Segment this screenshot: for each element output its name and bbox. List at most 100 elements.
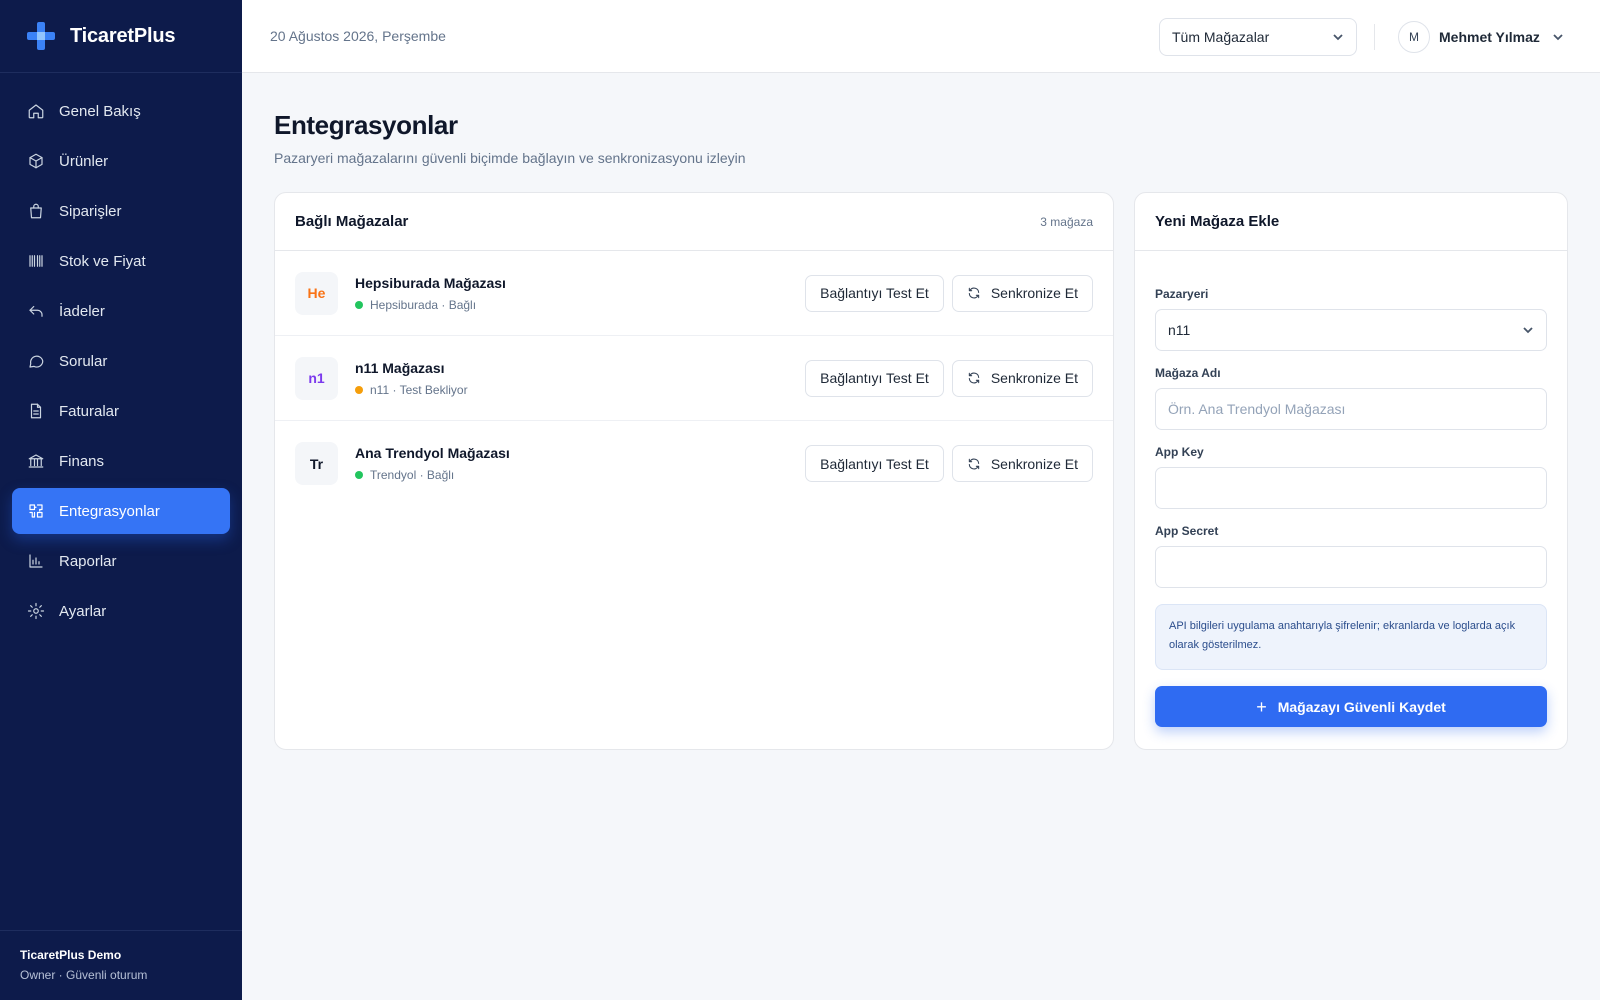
connected-stores-card: Bağlı Mağazalar 3 mağaza He Hepsiburada … — [274, 192, 1114, 750]
user-menu[interactable]: M Mehmet Yılmaz — [1398, 21, 1564, 53]
sidebar-item-stock[interactable]: Stok ve Fiyat — [12, 238, 230, 284]
chevron-down-icon — [1333, 34, 1343, 41]
sidebar-item-label: Stok ve Fiyat — [59, 252, 146, 270]
store-name-input[interactable]: Örn. Ana Trendyol Mağazası — [1155, 388, 1547, 430]
sidebar-item-invoices[interactable]: Faturalar — [12, 388, 230, 434]
sidebar-item-label: Genel Bakış — [59, 102, 141, 120]
store-info: n11 Mağazası n11 · Test Bekliyor — [355, 360, 797, 397]
store-status: Hepsiburada · Bağlı — [355, 298, 797, 312]
document-icon — [30, 403, 42, 419]
sidebar-item-questions[interactable]: Sorular — [12, 338, 230, 384]
sidebar-item-label: Ayarlar — [59, 602, 107, 620]
chevron-down-icon — [1523, 327, 1533, 334]
sidebar-item-label: Siparişler — [59, 202, 122, 220]
sidebar-item-returns[interactable]: İadeler — [12, 288, 230, 334]
button-label: Senkronize Et — [990, 455, 1078, 472]
store-name: Ana Trendyol Mağazası — [355, 445, 510, 461]
refresh-icon — [968, 287, 980, 299]
store-badge: Tr — [295, 442, 338, 485]
button-label: Senkronize Et — [990, 370, 1078, 386]
store-row: Tr Ana Trendyol Mağazası Trendyol · Bağl… — [275, 421, 1113, 506]
test-connection-button[interactable]: Bağlantıyı Test Et — [805, 274, 944, 312]
store-row: He Hepsiburada Mağazası Hepsiburada · Ba… — [275, 251, 1113, 336]
refresh-icon — [968, 458, 980, 469]
sidebar-item-label: Sorular — [59, 352, 108, 370]
page-title: Entegrasyonlar — [274, 110, 458, 140]
plus-logo-icon — [27, 22, 55, 50]
new-store-card: Yeni Mağaza Ekle Pazaryeri n11 Mağaza Ad… — [1134, 192, 1568, 750]
store-badge: He — [295, 271, 338, 315]
sync-button[interactable]: Senkronize Et — [951, 359, 1093, 397]
store-info: Hepsiburada Mağazası Hepsiburada · Bağlı — [355, 275, 797, 312]
button-label: Bağlantıyı Test Et — [820, 455, 929, 472]
sidebar-item-finance[interactable]: Finans — [12, 438, 230, 484]
app-key-label: App Key — [1155, 445, 1204, 459]
home-icon — [28, 104, 44, 119]
button-label: Senkronize Et — [990, 285, 1078, 301]
bank-icon — [28, 454, 44, 468]
store-badge: n1 — [295, 356, 338, 400]
save-store-button[interactable]: + Mağazayı Güvenli Kaydet — [1155, 686, 1547, 727]
status-text: Trendyol · Bağlı — [370, 468, 455, 482]
sidebar-item-orders[interactable]: Siparişler — [12, 188, 230, 234]
session-info: Owner · Güvenli oturum — [20, 968, 148, 982]
sidebar-item-label: Ürünler — [59, 152, 109, 170]
card-header: Bağlı Mağazalar 3 mağaza — [275, 193, 1113, 251]
plus-icon: + — [1256, 696, 1267, 717]
status-dot — [355, 471, 363, 479]
button-label: Bağlantıyı Test Et — [820, 285, 929, 301]
top-header: 20 Ağustos 2026, Perşembe Tüm Mağazalar … — [242, 0, 1600, 73]
marketplace-select[interactable]: n11 — [1155, 309, 1547, 351]
sidebar: TicaretPlus Genel Bakış Ürünler Siparişl… — [0, 0, 242, 1000]
current-date: 20 Ağustos 2026, Perşembe — [270, 28, 446, 44]
card-header: Yeni Mağaza Ekle — [1135, 193, 1567, 251]
brand[interactable]: TicaretPlus — [0, 0, 242, 73]
sidebar-item-label: Entegrasyonlar — [59, 502, 160, 520]
sidebar-item-label: İadeler — [59, 302, 105, 320]
sidebar-item-reports[interactable]: Raporlar — [12, 538, 230, 584]
chat-icon — [29, 355, 44, 368]
brand-name: TicaretPlus — [70, 24, 176, 47]
sidebar-nav: Genel Bakış Ürünler Siparişler Stok ve F… — [0, 73, 242, 634]
gear-icon — [27, 602, 45, 620]
sidebar-item-label: Finans — [59, 452, 105, 470]
store-count: 3 mağaza — [1040, 214, 1093, 229]
bar-chart-icon — [29, 554, 43, 568]
chevron-down-icon — [1553, 34, 1563, 41]
status-dot — [355, 385, 363, 394]
app-secret-label: App Secret — [1155, 524, 1219, 538]
sidebar-item-overview[interactable]: Genel Bakış — [12, 88, 230, 134]
box-icon — [29, 153, 43, 169]
sync-button[interactable]: Senkronize Et — [951, 274, 1093, 312]
new-store-form: Pazaryeri n11 Mağaza Adı Örn. Ana Trendy… — [1135, 251, 1567, 727]
store-name: n11 Mağazası — [355, 359, 445, 376]
store-row: n1 n11 Mağazası n11 · Test Bekliyor Bağl… — [275, 336, 1113, 421]
test-connection-button[interactable]: Bağlantıyı Test Et — [805, 359, 944, 397]
sidebar-item-integrations[interactable]: Entegrasyonlar — [12, 488, 230, 534]
sidebar-item-products[interactable]: Ürünler — [12, 138, 230, 184]
marketplace-value: n11 — [1168, 322, 1191, 338]
store-filter-select[interactable]: Tüm Mağazalar — [1159, 18, 1357, 56]
status-dot — [355, 300, 363, 309]
status-text: n11 · Test Bekliyor — [370, 382, 468, 397]
store-name: Hepsiburada Mağazası — [355, 274, 506, 291]
app-key-input[interactable] — [1155, 467, 1547, 509]
store-status: n11 · Test Bekliyor — [355, 383, 797, 397]
page-subtitle: Pazaryeri mağazalarını güvenli biçimde b… — [274, 150, 746, 166]
test-connection-button[interactable]: Bağlantıyı Test Et — [805, 445, 944, 482]
refresh-icon — [968, 372, 980, 384]
button-label: Bağlantıyı Test Et — [820, 370, 929, 386]
sidebar-item-settings[interactable]: Ayarlar — [12, 588, 230, 634]
puzzle-icon — [29, 504, 43, 518]
sidebar-footer: TicaretPlus Demo Owner · Güvenli oturum — [0, 930, 242, 1000]
card-title: Bağlı Mağazalar — [295, 213, 409, 230]
sidebar-item-label: Raporlar — [59, 552, 117, 570]
button-label: Mağazayı Güvenli Kaydet — [1277, 698, 1446, 715]
status-text: Hepsiburada · Bağlı — [370, 297, 477, 312]
return-icon — [29, 305, 43, 317]
avatar: M — [1398, 21, 1430, 53]
store-info: Ana Trendyol Mağazası Trendyol · Bağlı — [355, 445, 797, 482]
sync-button[interactable]: Senkronize Et — [951, 445, 1093, 482]
app-secret-input[interactable] — [1155, 546, 1547, 588]
barcode-icon — [29, 255, 43, 267]
